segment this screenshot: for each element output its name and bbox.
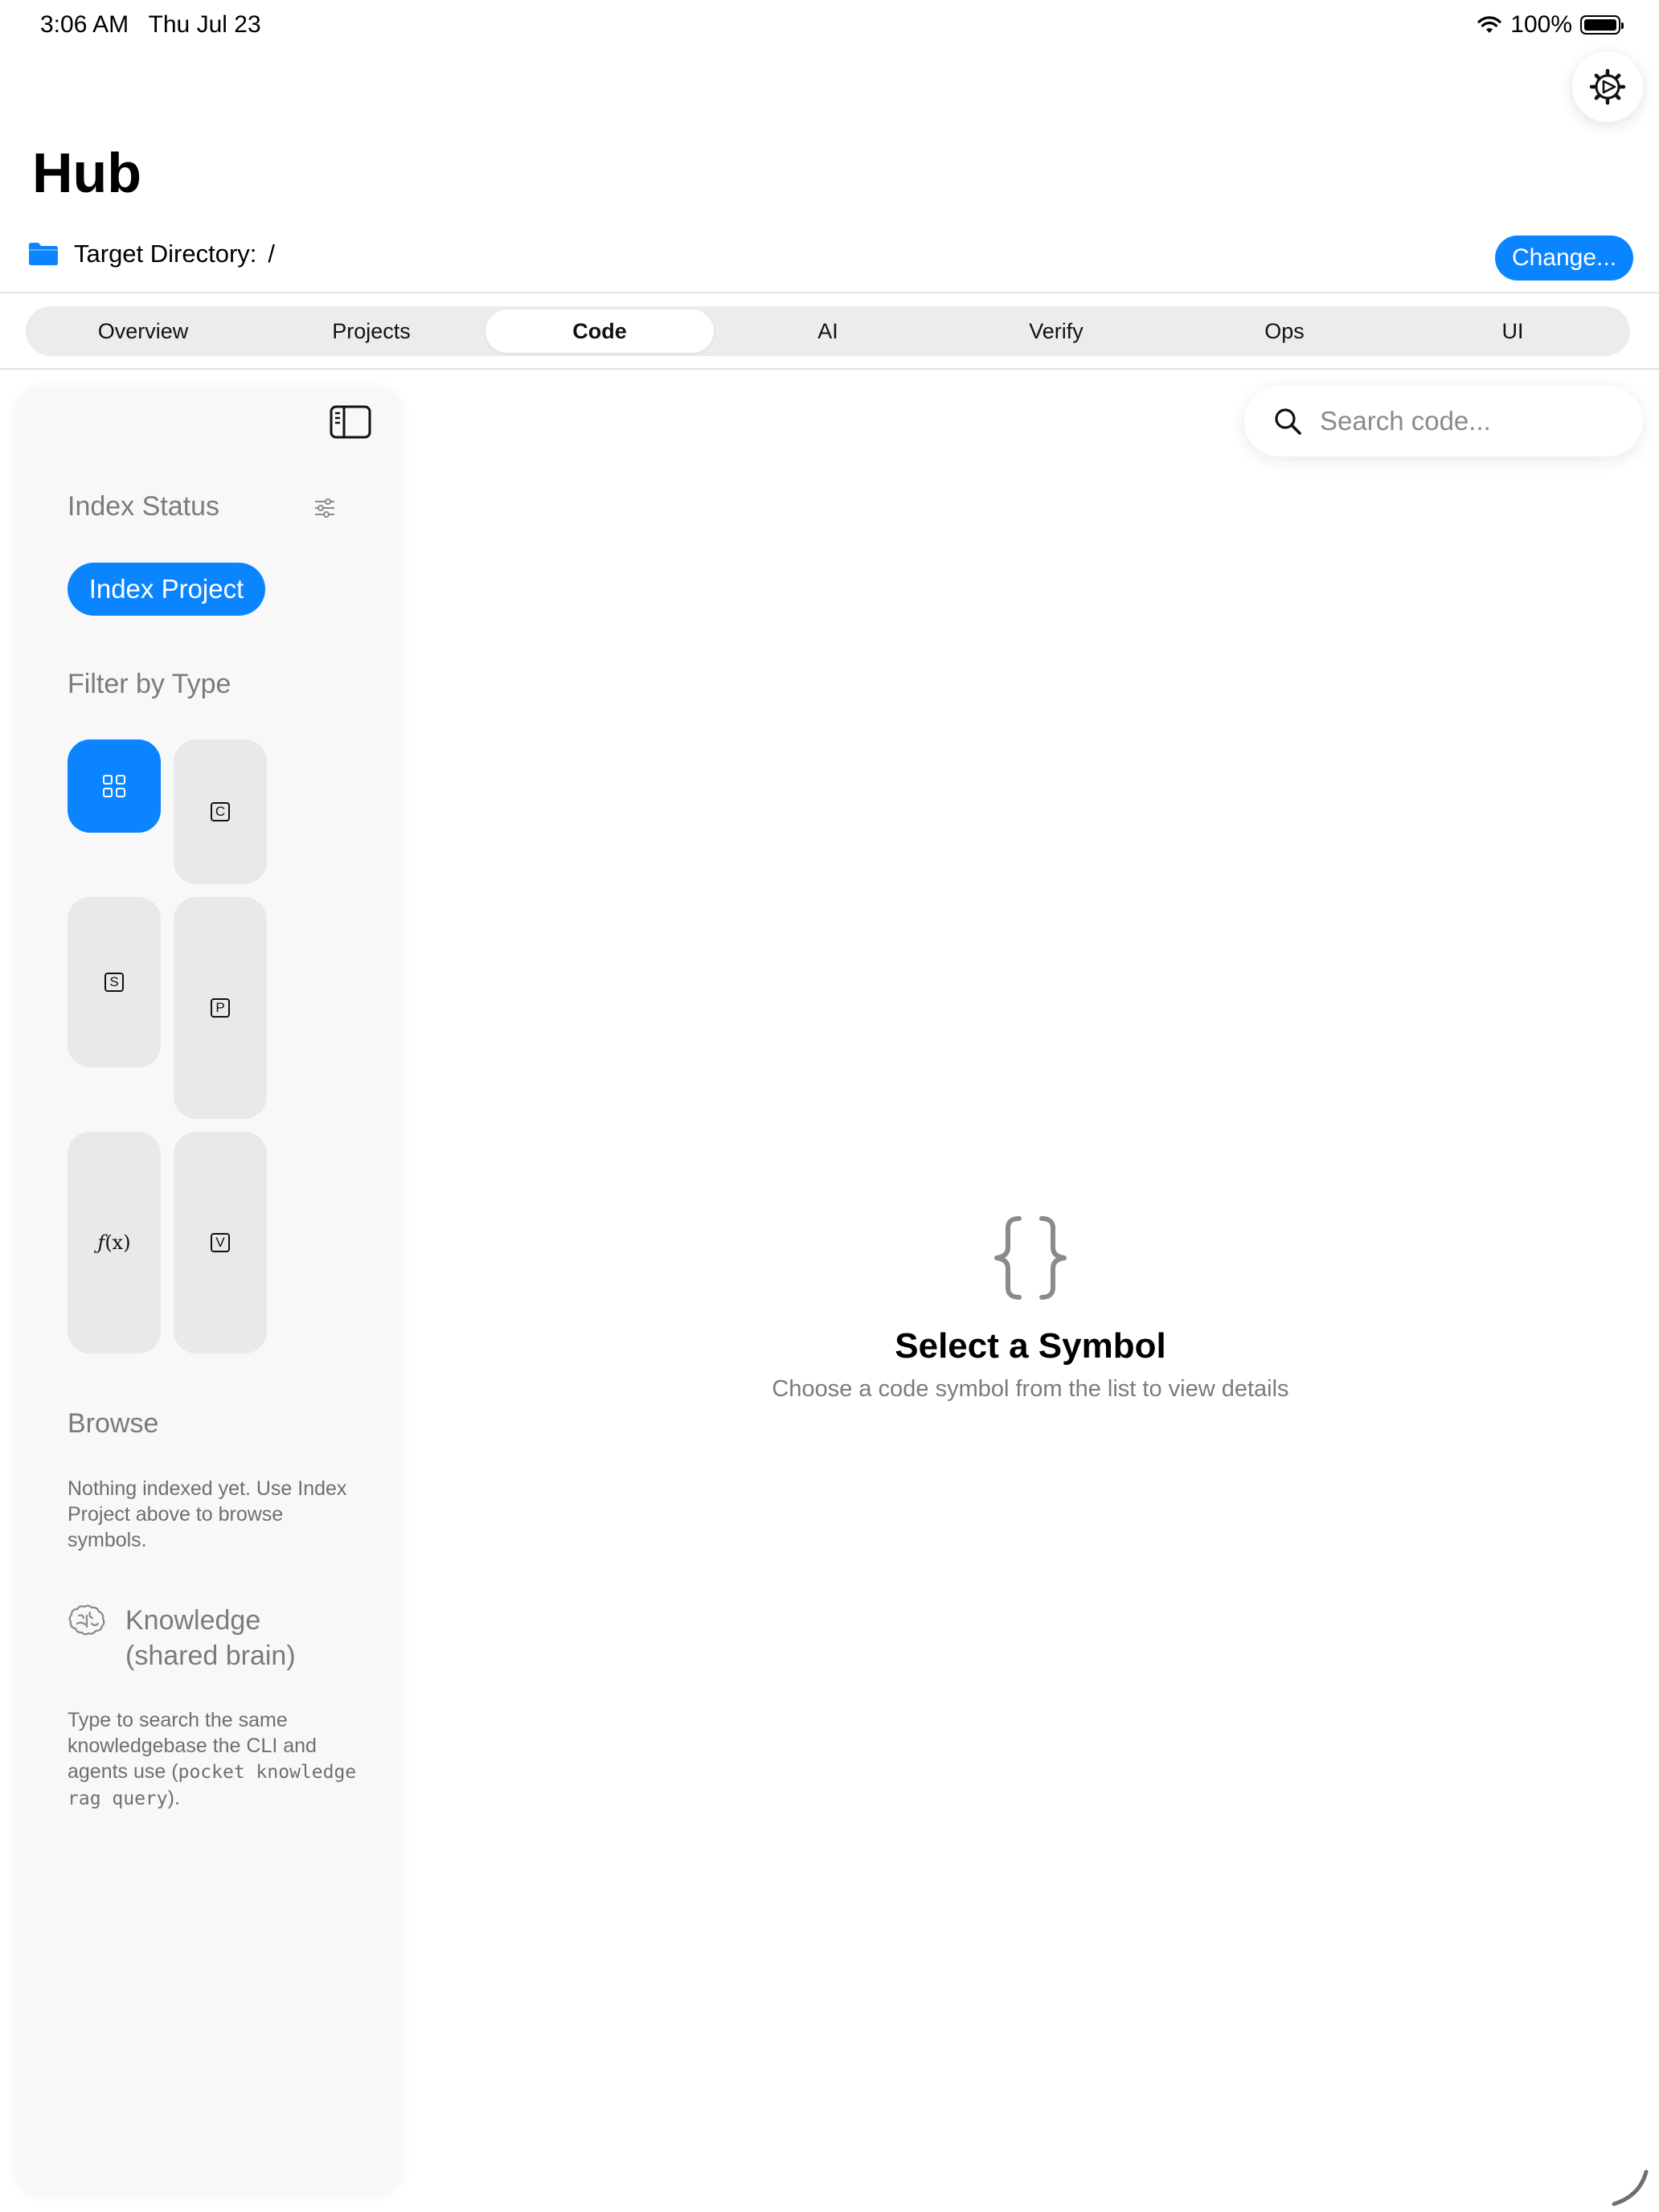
empty-state-title: Select a Symbol bbox=[895, 1326, 1166, 1366]
curly-braces-icon bbox=[994, 1216, 1067, 1300]
tab-ai[interactable]: AI bbox=[714, 309, 942, 353]
target-directory-label: Target Directory: bbox=[74, 240, 257, 268]
struct-icon: S bbox=[104, 973, 124, 992]
filter-class-chip[interactable]: C bbox=[174, 739, 267, 884]
function-icon: ƒ(x) bbox=[97, 1231, 131, 1254]
page-title: Hub bbox=[32, 141, 142, 204]
filter-function-chip[interactable]: ƒ(x) bbox=[68, 1132, 161, 1354]
status-bar-right: 100% bbox=[1477, 11, 1624, 39]
target-directory-value: / bbox=[268, 240, 276, 268]
class-icon: C bbox=[211, 802, 230, 821]
knowledge-description: Type to search the same knowledgebase th… bbox=[68, 1709, 357, 1809]
header-divider bbox=[0, 292, 1659, 293]
index-project-button[interactable]: Index Project bbox=[68, 563, 265, 616]
target-directory-row: Target Directory: / bbox=[27, 240, 275, 268]
wifi-icon bbox=[1477, 16, 1501, 33]
filter-protocol-chip[interactable]: P bbox=[174, 897, 267, 1119]
tab-overview[interactable]: Overview bbox=[29, 309, 257, 353]
status-bar-time: 3:06 AM Thu Jul 23 bbox=[40, 11, 261, 38]
battery-icon bbox=[1580, 15, 1624, 35]
protocol-icon: P bbox=[211, 998, 230, 1018]
filter-by-type-title: Filter by Type bbox=[68, 669, 231, 699]
change-directory-button[interactable]: Change... bbox=[1495, 236, 1633, 281]
browse-title: Browse bbox=[68, 1408, 159, 1439]
knowledge-title: Knowledge (shared brain) bbox=[125, 1605, 296, 1671]
index-status-title: Index Status bbox=[68, 491, 220, 522]
folder-icon bbox=[29, 243, 58, 265]
resize-handle-icon[interactable] bbox=[1611, 2167, 1651, 2207]
tabs-divider bbox=[0, 368, 1659, 370]
tab-verify[interactable]: Verify bbox=[942, 309, 1170, 353]
filter-all-chip[interactable] bbox=[68, 739, 161, 833]
tab-ops[interactable]: Ops bbox=[1170, 309, 1399, 353]
search-icon bbox=[1275, 408, 1301, 435]
filter-settings-icon[interactable] bbox=[313, 497, 336, 519]
variable-icon: V bbox=[211, 1233, 230, 1252]
battery-percent: 100% bbox=[1510, 11, 1572, 38]
tab-ui[interactable]: UI bbox=[1399, 309, 1627, 353]
brain-icon bbox=[68, 1604, 105, 1636]
empty-state-subtitle: Choose a code symbol from the list to vi… bbox=[772, 1376, 1289, 1402]
search-input[interactable] bbox=[1318, 405, 1627, 437]
grid-icon bbox=[103, 775, 125, 797]
sidebar-toggle-icon[interactable] bbox=[330, 405, 371, 439]
tab-bar: Overview Projects Code AI Verify Ops UI bbox=[26, 306, 1630, 356]
gear-icon bbox=[1589, 68, 1626, 105]
tab-projects[interactable]: Projects bbox=[257, 309, 485, 353]
code-search-field[interactable] bbox=[1244, 386, 1643, 457]
filter-struct-chip[interactable]: S bbox=[68, 897, 161, 1067]
filter-variable-chip[interactable]: V bbox=[174, 1132, 267, 1354]
tab-code[interactable]: Code bbox=[485, 309, 714, 353]
settings-button[interactable] bbox=[1572, 51, 1643, 122]
browse-empty-text: Nothing indexed yet. Use Index Project a… bbox=[68, 1477, 347, 1551]
